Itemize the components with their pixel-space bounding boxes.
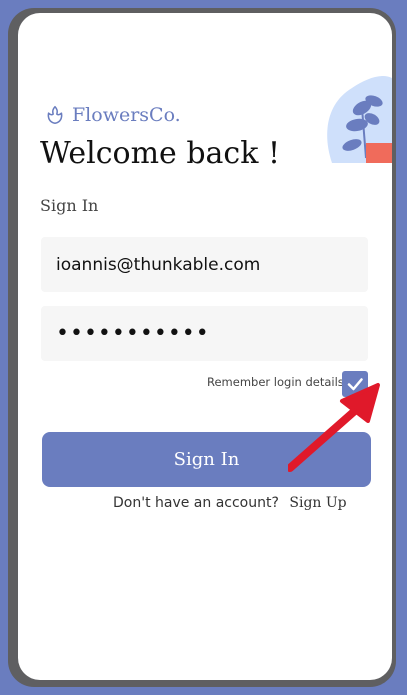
plant-illustration — [327, 76, 392, 163]
remember-label: Remember login details — [207, 375, 344, 389]
email-field[interactable]: ioannis@thunkable.com — [41, 237, 368, 292]
email-value: ioannis@thunkable.com — [56, 254, 261, 275]
checkmark-icon — [347, 378, 363, 391]
page-title: Welcome back ! — [40, 136, 280, 171]
app-screen: FlowersCo. Welcome back ! Sign In ioanni… — [18, 13, 392, 680]
brand: FlowersCo. — [44, 104, 181, 126]
signin-button[interactable]: Sign In — [42, 432, 371, 487]
brand-name: FlowersCo. — [72, 104, 181, 126]
signup-prompt: Don't have an account? — [113, 495, 279, 511]
signup-link[interactable]: Sign Up — [289, 495, 346, 511]
flower-icon — [47, 105, 63, 125]
section-label: Sign In — [40, 196, 99, 215]
password-value: ••••••••••• — [56, 321, 210, 346]
signup-row: Don't have an account? Sign Up — [113, 495, 347, 511]
remember-checkbox[interactable] — [342, 371, 368, 397]
password-field[interactable]: ••••••••••• — [41, 306, 368, 361]
